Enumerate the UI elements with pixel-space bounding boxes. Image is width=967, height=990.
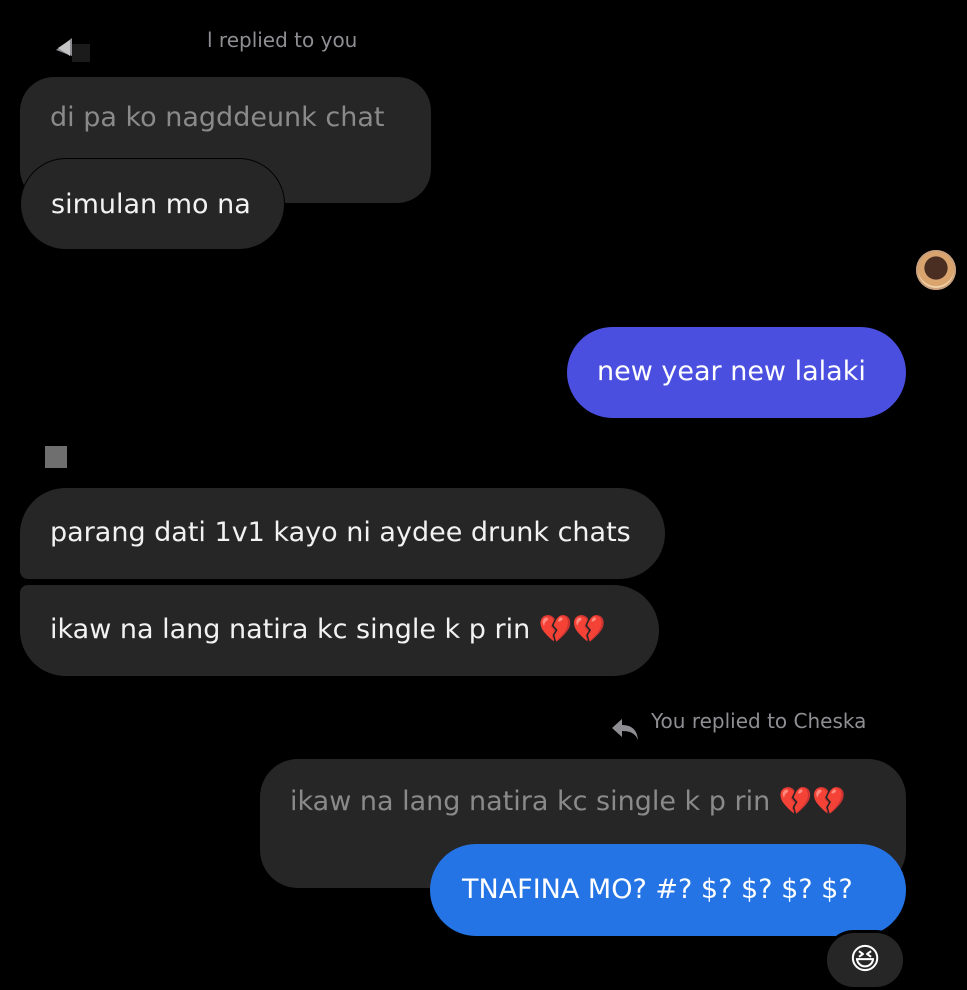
outgoing-message[interactable]: TNAFINA MO? #? $? $? $? $? <box>430 844 906 936</box>
square-icon <box>45 446 67 468</box>
quoted-message-text: di pa ko nagddeunk chat <box>50 102 385 133</box>
incoming-message-text: ikaw na lang natira kc single k p rin 💔💔 <box>50 614 607 645</box>
incoming-message[interactable]: ikaw na lang natira kc single k p rin 💔💔 <box>20 585 659 676</box>
reply-arrow-icon <box>612 719 638 740</box>
avatar[interactable] <box>916 250 956 290</box>
outgoing-message-text: new year new lalaki <box>597 356 866 387</box>
incoming-message-text: simulan mo na <box>51 189 251 220</box>
reaction-emoji: 😆 <box>849 942 881 977</box>
incoming-message[interactable]: simulan mo na <box>20 158 285 250</box>
incoming-message[interactable]: parang dati 1v1 kayo ni aydee drunk chat… <box>20 488 665 579</box>
outgoing-message-text: TNAFINA MO? #? $? $? $? $? <box>462 874 853 905</box>
reply-arrow-icon <box>56 38 90 62</box>
quoted-message-text: ikaw na lang natira kc single k p rin 💔💔 <box>290 786 847 817</box>
reply-context-label: You replied to Cheska <box>651 709 867 733</box>
reply-context-label: l replied to you <box>207 28 358 52</box>
outgoing-message[interactable]: new year new lalaki <box>567 327 906 418</box>
reaction-badge[interactable]: 😆 <box>824 930 906 990</box>
incoming-message-text: parang dati 1v1 kayo ni aydee drunk chat… <box>50 517 631 548</box>
